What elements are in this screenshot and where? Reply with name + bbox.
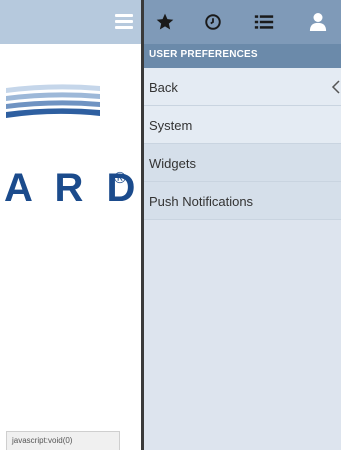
main-page: A R D ® javascript:void(0): [0, 0, 141, 450]
drawer-toolbar: [144, 0, 341, 44]
hamburger-line: [115, 14, 133, 17]
menu-item-system[interactable]: System: [144, 106, 341, 144]
menu-item-push-notifications[interactable]: Push Notifications: [144, 182, 341, 220]
menu-item-label: Widgets: [149, 156, 196, 171]
user-preferences-drawer: USER PREFERENCES Back System Widgets Pus…: [144, 0, 341, 450]
list-icon[interactable]: [250, 8, 278, 36]
registered-mark: ®: [114, 170, 126, 187]
status-bar-url: javascript:void(0): [6, 431, 120, 450]
logo-waves-icon: [6, 84, 100, 118]
menu-item-label: Push Notifications: [149, 194, 254, 209]
hamburger-menu-icon[interactable]: [115, 14, 133, 30]
main-header: [0, 0, 141, 44]
menu-item-label: System: [149, 118, 193, 133]
section-title: USER PREFERENCES: [144, 44, 341, 68]
menu-item-widgets[interactable]: Widgets: [144, 144, 341, 182]
menu-item-back[interactable]: Back: [144, 68, 341, 106]
chevron-left-icon: [331, 80, 340, 94]
app-root: A R D ® javascript:void(0) USER PREFEREN…: [0, 0, 341, 450]
preferences-menu: Back System Widgets Push Notifications: [144, 68, 341, 220]
user-icon[interactable]: [304, 8, 332, 36]
star-icon[interactable]: [151, 8, 179, 36]
hamburger-line: [115, 20, 133, 23]
menu-item-label: Back: [149, 80, 178, 95]
clock-icon[interactable]: [199, 8, 227, 36]
hamburger-line: [115, 26, 133, 29]
